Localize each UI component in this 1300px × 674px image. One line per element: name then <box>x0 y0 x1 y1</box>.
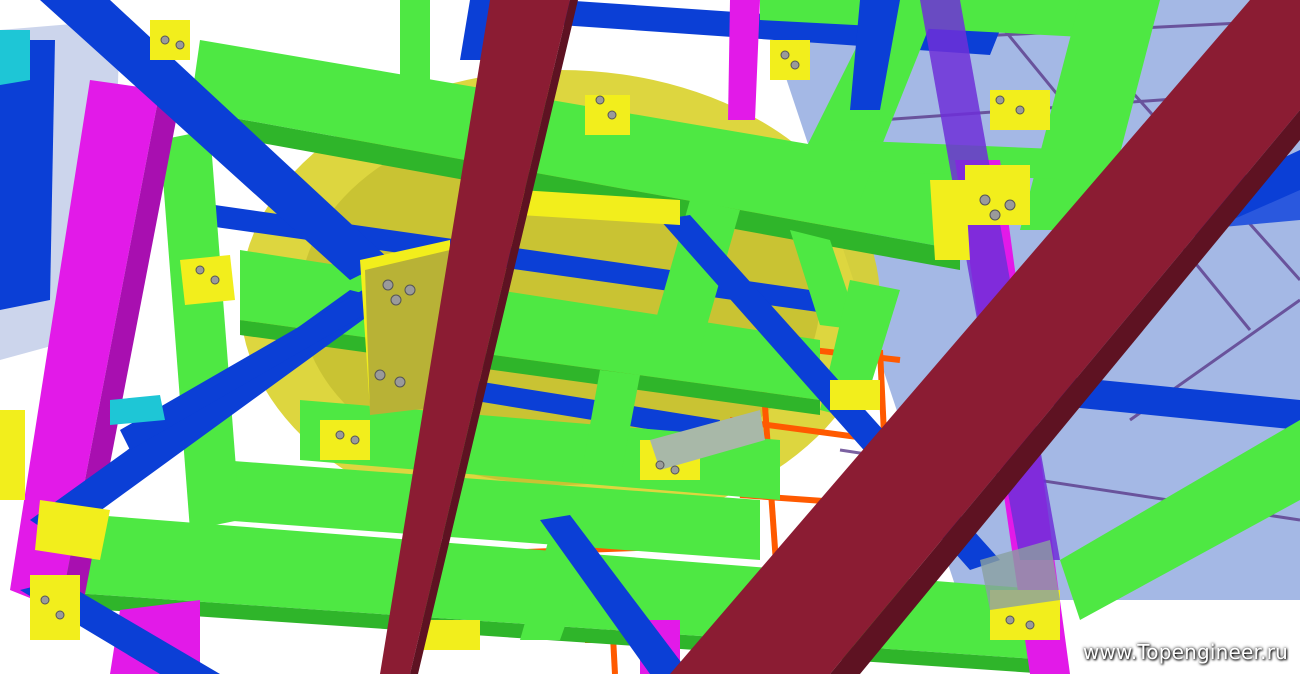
steel-structure-render: www.Topengineer.ru <box>0 0 1300 674</box>
watermark: www.Topengineer.ru <box>1082 640 1288 664</box>
structure-drawing <box>0 0 1300 674</box>
cyan-beam <box>0 30 30 85</box>
